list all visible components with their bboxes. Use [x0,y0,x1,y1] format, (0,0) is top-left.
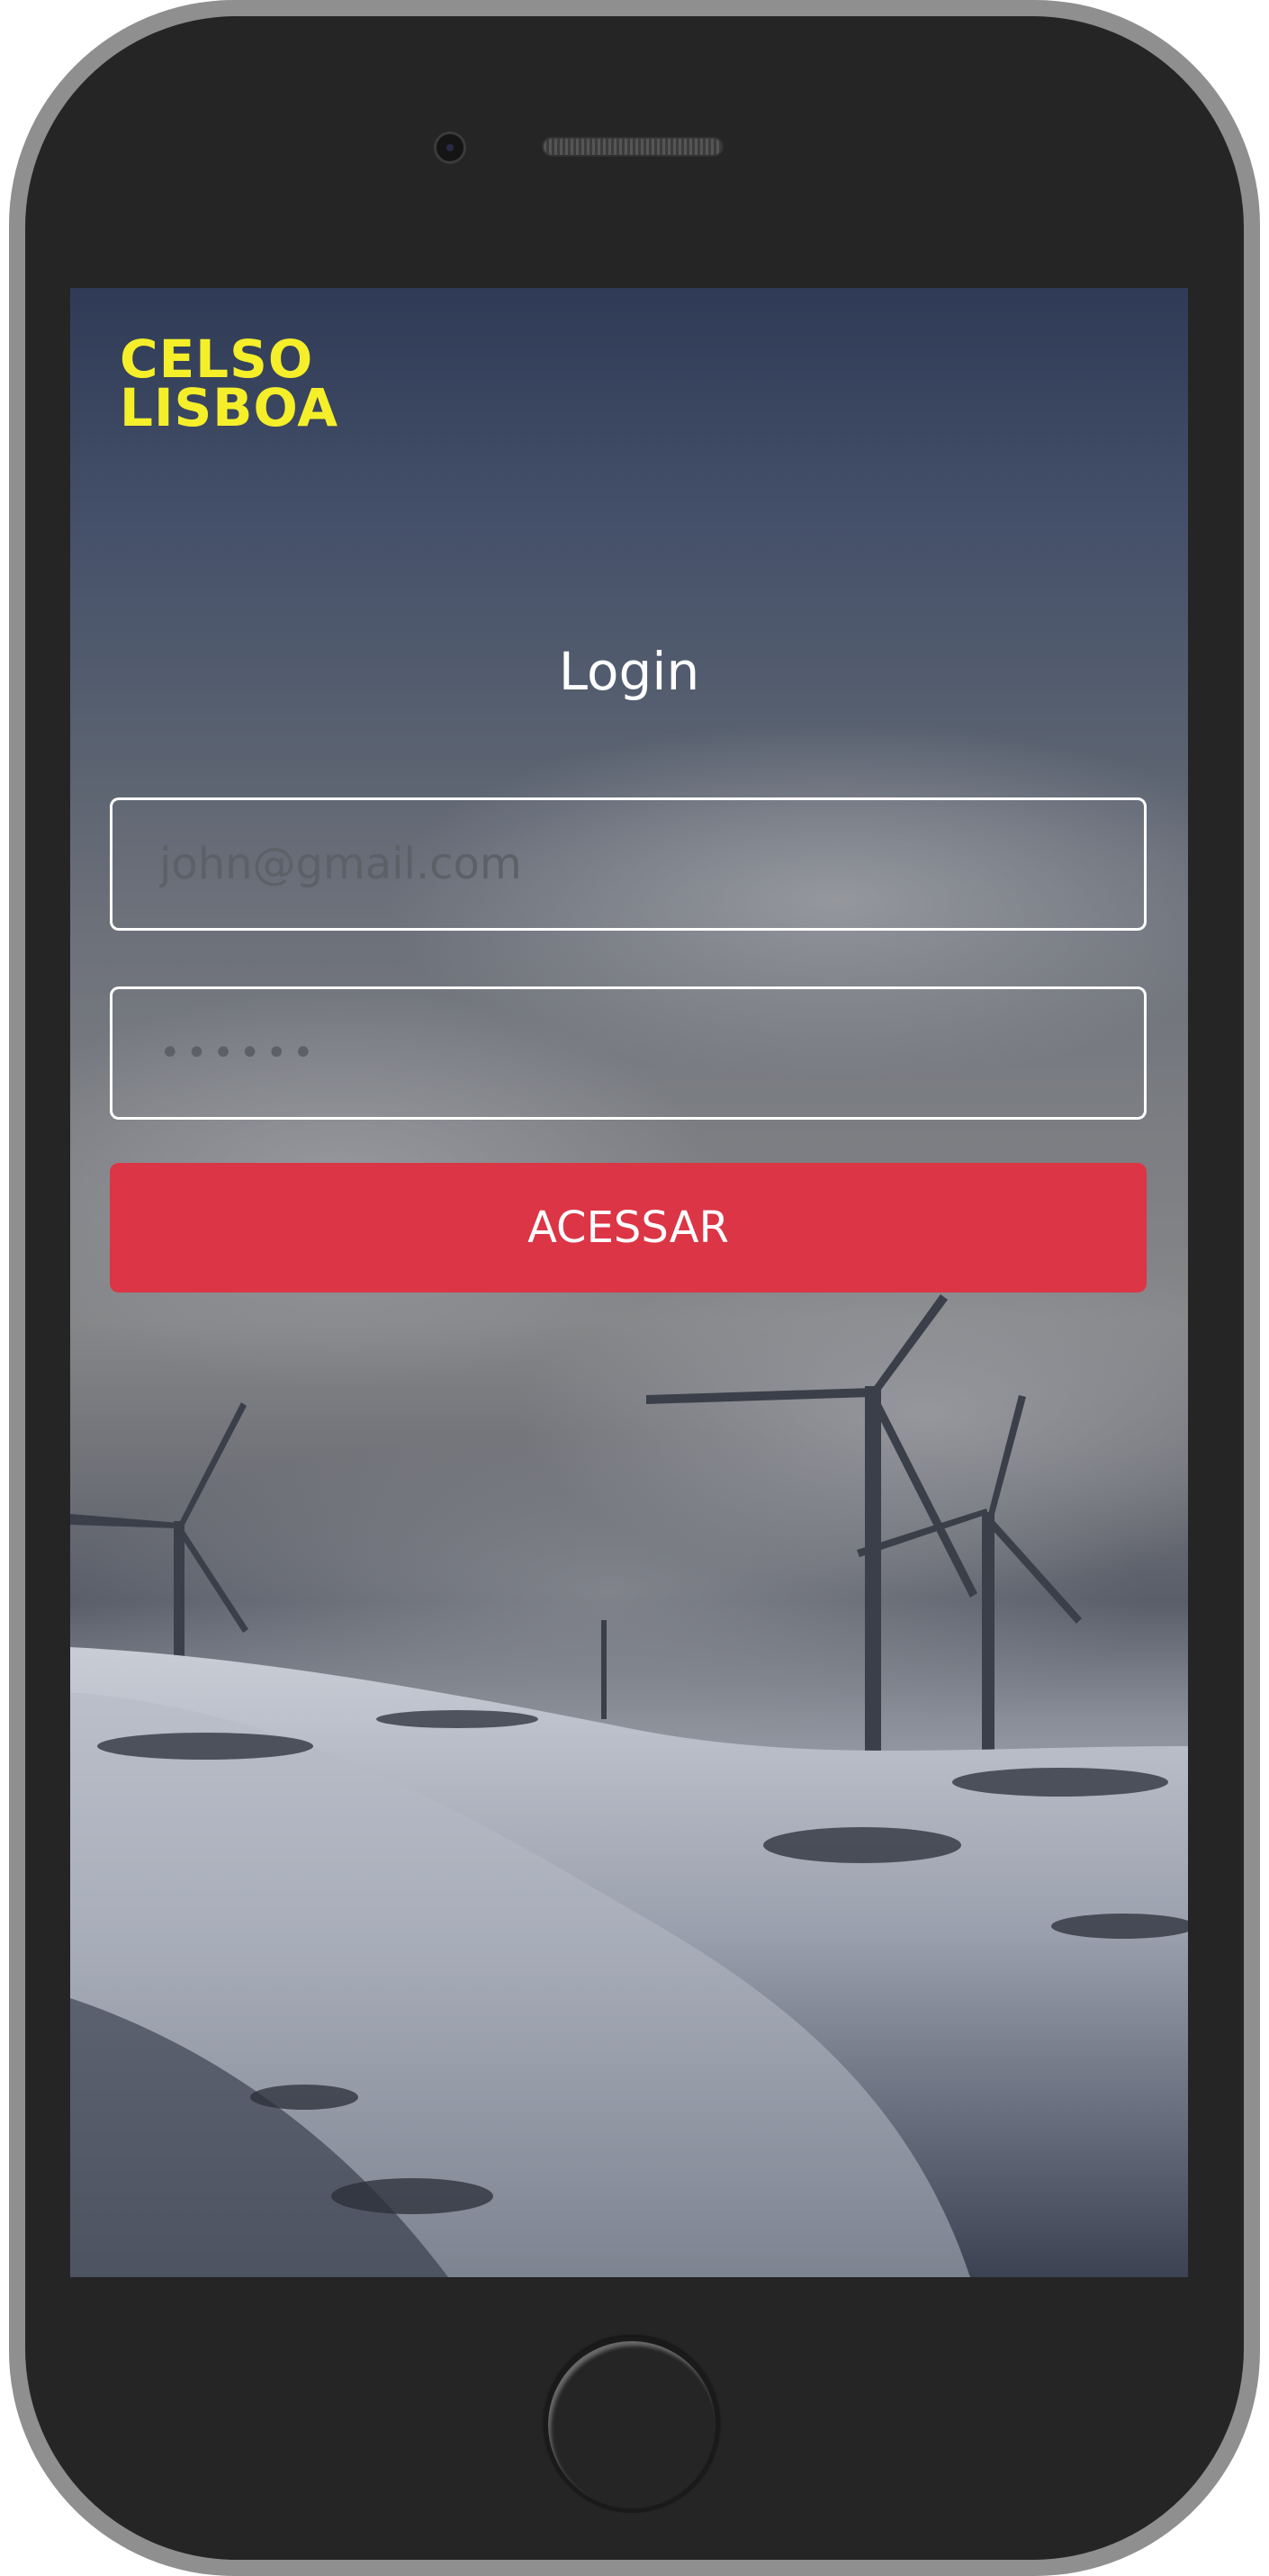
acessar-button[interactable]: ACESSAR [110,1163,1147,1293]
home-button[interactable] [544,2337,720,2513]
login-screen: CELSO LISBOA Login •••••• ACESSAR [70,288,1188,2277]
logo-line-2: LISBOA [120,377,339,438]
page-title: Login [558,641,700,702]
earpiece-speaker [542,137,724,157]
mute-switch [9,297,20,387]
power-button [1249,504,1260,671]
celso-lisboa-logo: CELSO LISBOA [120,329,339,438]
logo-line-1: CELSO [120,329,314,390]
volume-up-button [9,504,20,666]
front-camera-icon [434,131,466,164]
volume-down-button [9,702,20,864]
email-field[interactable] [110,797,1147,931]
password-field[interactable]: •••••• [110,986,1147,1120]
